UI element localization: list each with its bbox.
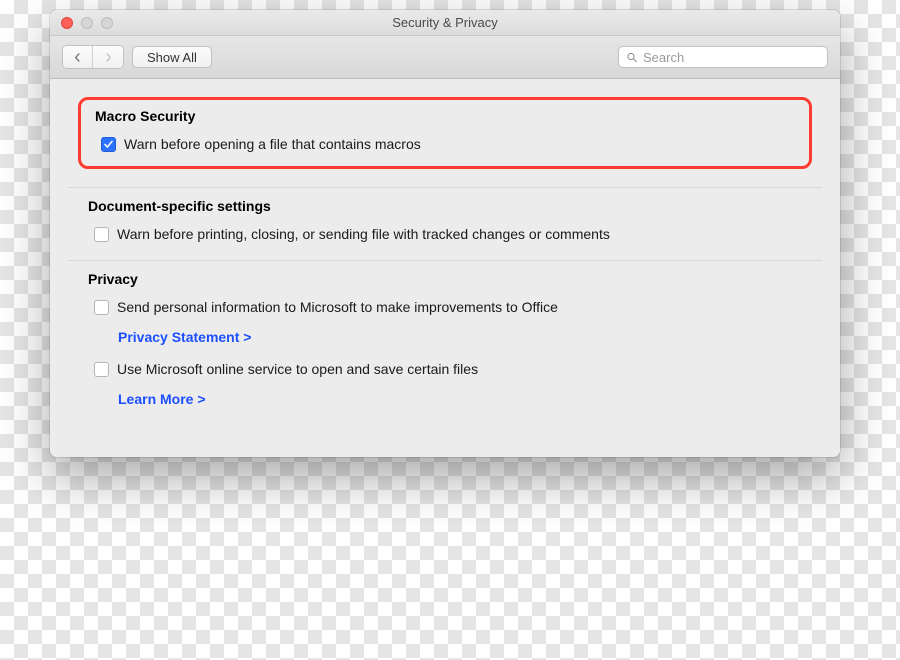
- document-settings-title: Document-specific settings: [88, 198, 802, 214]
- toolbar: Show All: [50, 36, 840, 79]
- privacy-statement-link[interactable]: Privacy Statement >: [118, 329, 251, 345]
- minimize-window-button[interactable]: [81, 17, 93, 29]
- search-input[interactable]: [643, 50, 819, 65]
- nav-buttons: [62, 45, 124, 69]
- preferences-window: Security & Privacy Show All Macro Secur: [50, 10, 840, 457]
- learn-more-row: Learn More >: [88, 381, 802, 419]
- warn-tracked-label: Warn before printing, closing, or sendin…: [117, 226, 610, 242]
- traffic-lights: [50, 17, 113, 29]
- forward-button[interactable]: [93, 46, 123, 68]
- warn-tracked-option[interactable]: Warn before printing, closing, or sendin…: [88, 222, 802, 246]
- content-area: Macro Security Warn before opening a fil…: [50, 79, 840, 457]
- chevron-right-icon: [104, 53, 113, 62]
- highlight-annotation: Macro Security Warn before opening a fil…: [78, 97, 812, 169]
- warn-tracked-checkbox[interactable]: [94, 227, 109, 242]
- window-titlebar: Security & Privacy: [50, 10, 840, 36]
- window-title: Security & Privacy: [50, 15, 840, 30]
- document-settings-section: Document-specific settings Warn before p…: [68, 187, 822, 260]
- warn-macros-checkbox[interactable]: [101, 137, 116, 152]
- warn-macros-label: Warn before opening a file that contains…: [124, 136, 421, 152]
- macro-security-section: Macro Security Warn before opening a fil…: [68, 93, 822, 187]
- privacy-statement-row: Privacy Statement >: [88, 319, 802, 357]
- search-icon: [627, 51, 637, 64]
- checkmark-icon: [103, 139, 114, 150]
- warn-macros-option[interactable]: Warn before opening a file that contains…: [95, 132, 795, 156]
- close-window-button[interactable]: [61, 17, 73, 29]
- zoom-window-button[interactable]: [101, 17, 113, 29]
- chevron-left-icon: [73, 53, 82, 62]
- back-button[interactable]: [63, 46, 93, 68]
- privacy-title: Privacy: [88, 271, 802, 287]
- send-info-checkbox[interactable]: [94, 300, 109, 315]
- send-info-label: Send personal information to Microsoft t…: [117, 299, 558, 315]
- send-info-option[interactable]: Send personal information to Microsoft t…: [88, 295, 802, 319]
- use-online-option[interactable]: Use Microsoft online service to open and…: [88, 357, 802, 381]
- show-all-label: Show All: [147, 50, 197, 65]
- show-all-button[interactable]: Show All: [132, 46, 212, 68]
- privacy-section: Privacy Send personal information to Mic…: [68, 260, 822, 433]
- use-online-checkbox[interactable]: [94, 362, 109, 377]
- use-online-label: Use Microsoft online service to open and…: [117, 361, 478, 377]
- macro-security-title: Macro Security: [95, 108, 795, 124]
- learn-more-link[interactable]: Learn More >: [118, 391, 206, 407]
- search-field[interactable]: [618, 46, 828, 68]
